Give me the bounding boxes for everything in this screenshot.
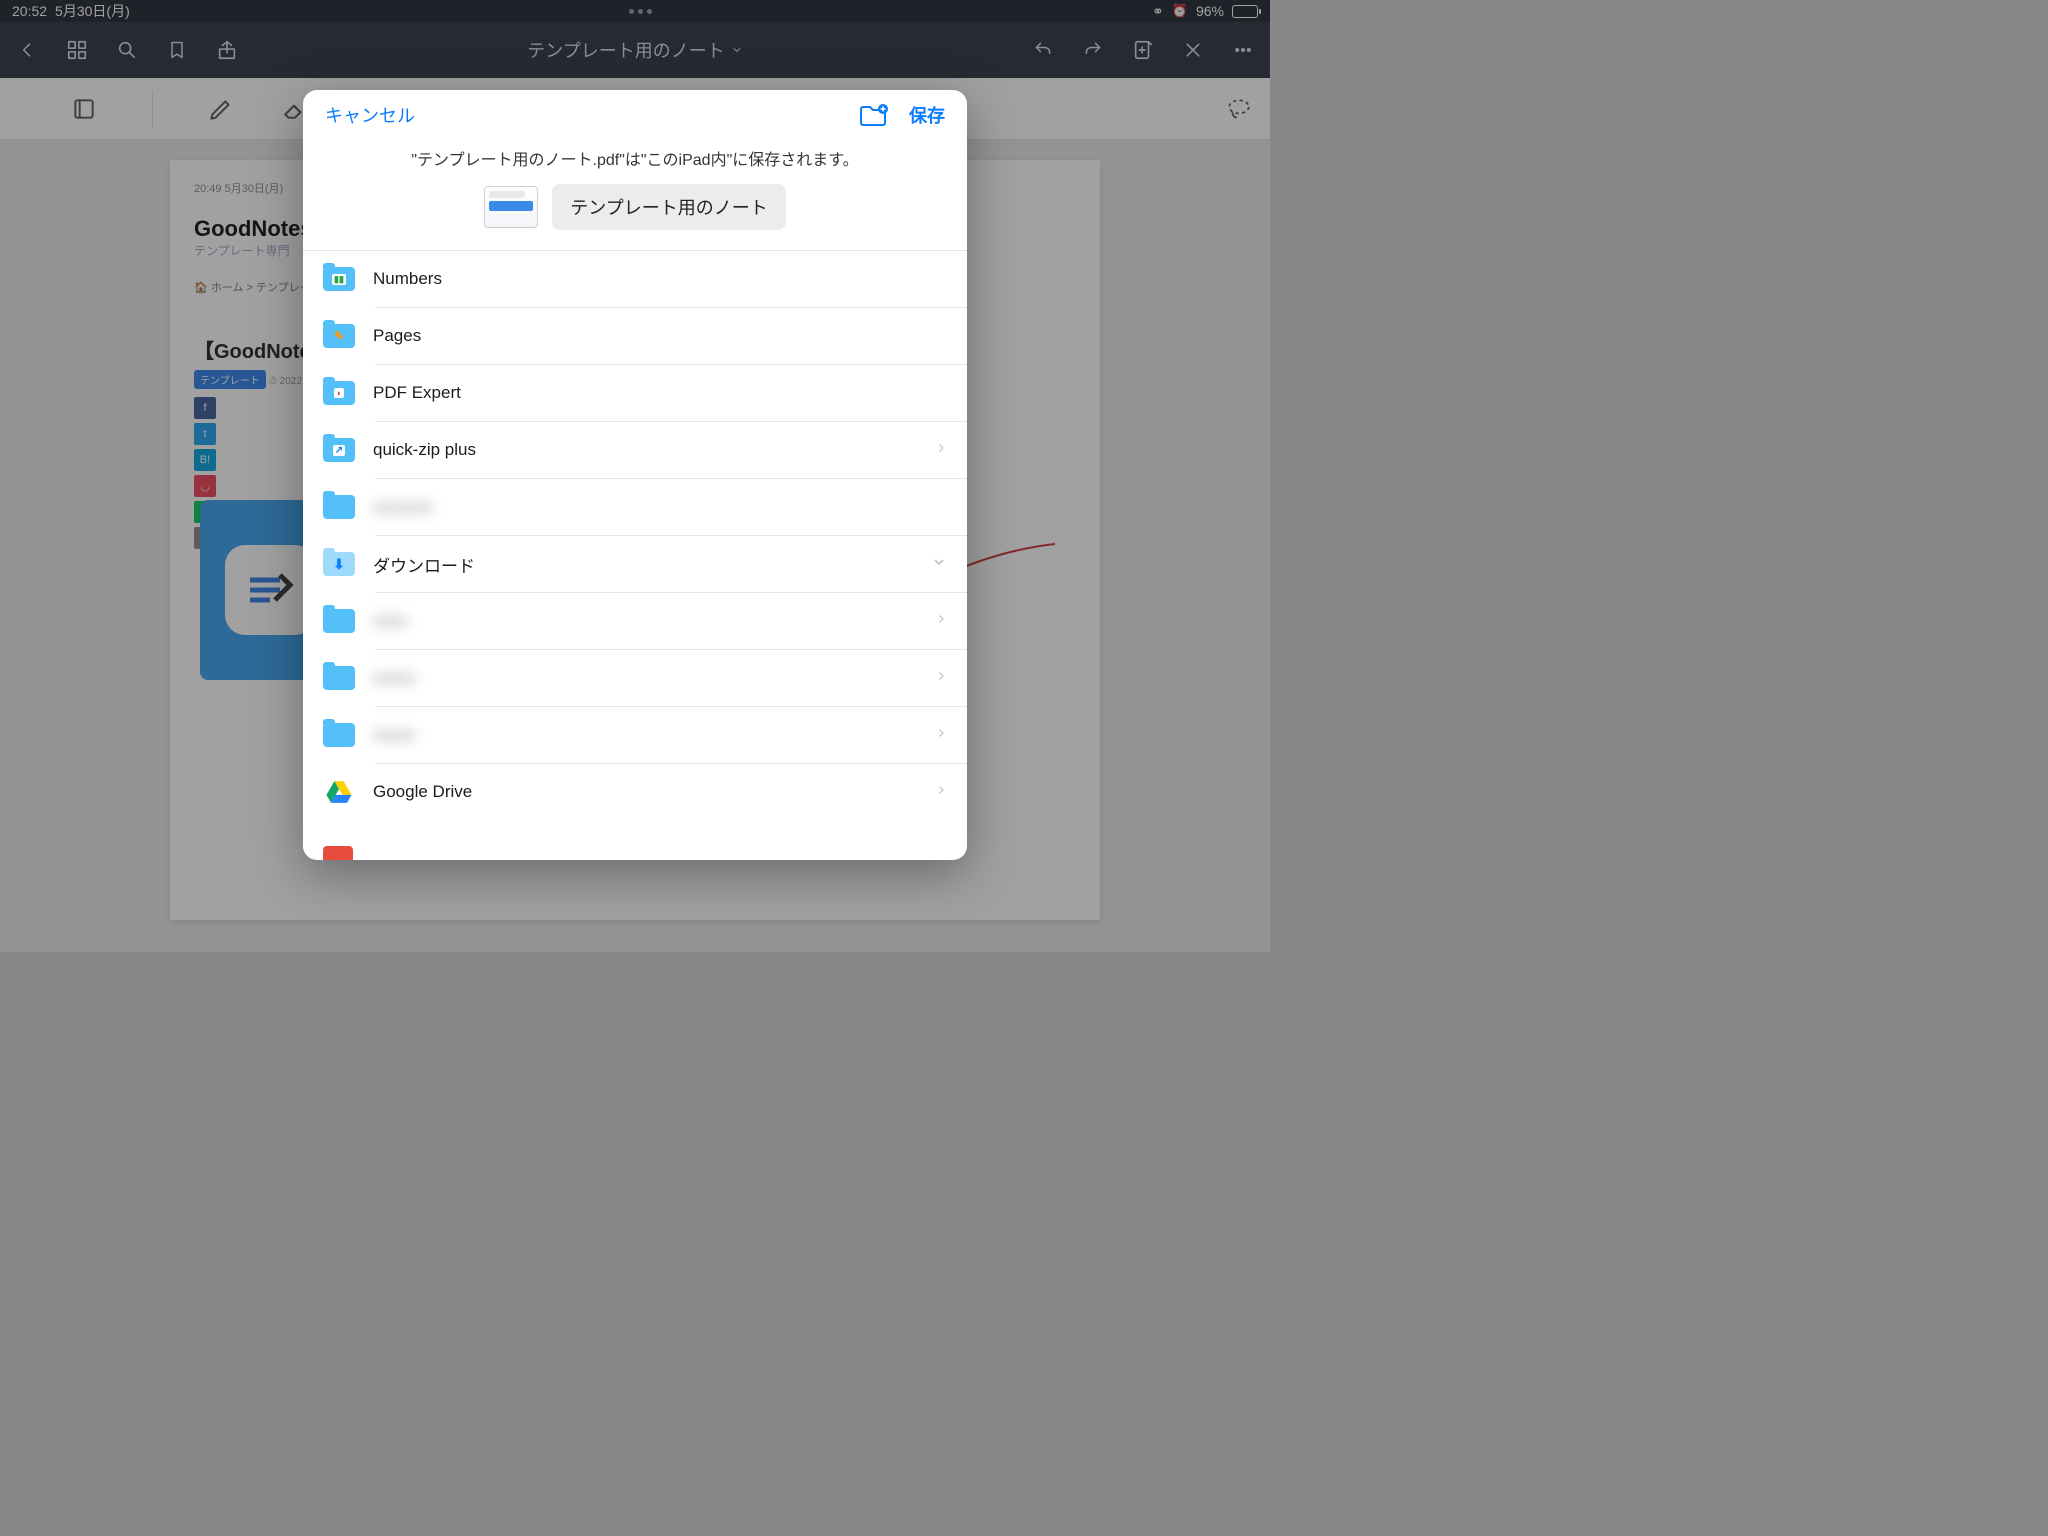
document-thumbnail [484,186,538,228]
document-name-field[interactable]: テンプレート用のノート [552,184,785,230]
chevron-right-icon [935,782,947,803]
cancel-button[interactable]: キャンセル [325,102,415,128]
folder-label: xxxx [373,611,935,631]
chevron-right-icon [935,725,947,746]
folder-row[interactable]: xxxxxxx [303,479,967,535]
folder-row[interactable]: xxxx [303,593,967,649]
folder-row[interactable]: xxxxx [303,707,967,763]
folder-row[interactable]: xxxxx [303,650,967,706]
chevron-right-icon [935,440,947,461]
folder-row[interactable]: ◗PDF Expert [303,365,967,421]
folder-label: xxxxx [373,668,935,688]
chevron-right-icon [935,668,947,689]
save-file-modal: キャンセル 保存 "テンプレート用のノート.pdf"は"このiPad内"に保存さ… [303,90,967,860]
folder-row[interactable]: ↗quick-zip plus [303,422,967,478]
folder-row[interactable]: Google Drive [303,764,967,820]
folder-list[interactable]: ▮▮Numbers✎Pages◗PDF Expert↗quick-zip plu… [303,251,967,850]
folder-label: quick-zip plus [373,440,935,460]
document-row: テンプレート用のノート [303,184,967,251]
save-message: "テンプレート用のノート.pdf"は"このiPad内"に保存されます。 [303,140,967,184]
new-folder-icon[interactable] [859,103,889,127]
folder-label: ダウンロード [373,552,931,577]
chevron-down-icon [931,554,947,575]
folder-label: xxxxxxx [373,497,947,517]
folder-row[interactable]: ✎Pages [303,308,967,364]
folder-label: Google Drive [373,782,935,802]
save-button[interactable]: 保存 [909,102,945,128]
folder-label: Pages [373,326,947,346]
folder-label: xxxxx [373,725,935,745]
partial-row-icon [323,846,353,860]
folder-label: Numbers [373,269,947,289]
folder-row[interactable]: ▮▮Numbers [303,251,967,307]
folder-row[interactable]: ⬇ダウンロード [303,536,967,592]
folder-label: PDF Expert [373,383,947,403]
chevron-right-icon [935,611,947,632]
